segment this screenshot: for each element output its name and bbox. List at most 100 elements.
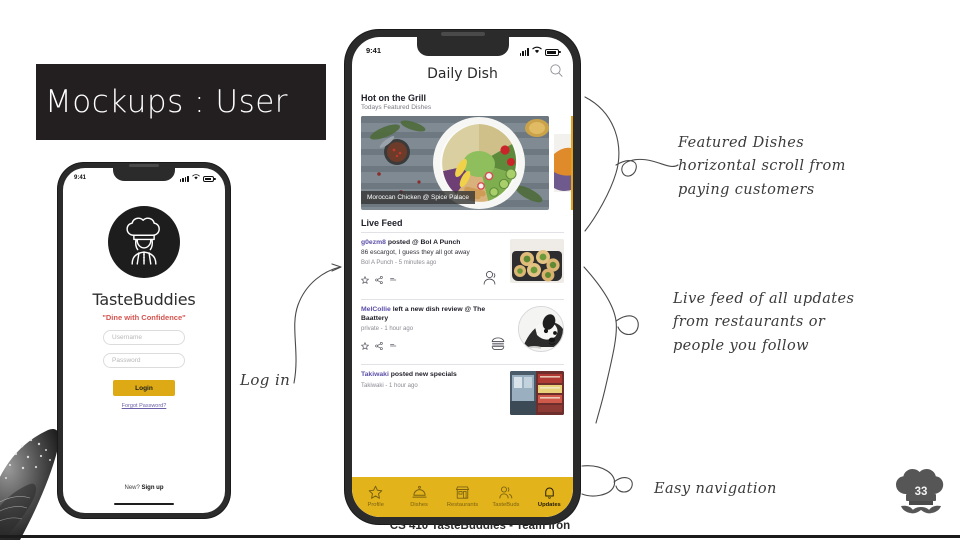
post-username[interactable]: Takiwaki	[361, 371, 389, 378]
username-field[interactable]: Username	[103, 330, 185, 345]
password-placeholder: Password	[112, 357, 141, 364]
more-icon[interactable]	[389, 271, 398, 289]
annotation-featured-dishes: Featured Dishes horizontal scroll from p…	[678, 135, 846, 198]
signup-prefix: New?	[124, 485, 142, 491]
annotation-live-feed: Live feed of all updates from restaurant…	[673, 291, 855, 354]
post-title-rest: posted @ Bol A Punch	[385, 239, 461, 246]
login-screen: 9:41 TasteBuddies "Dine with Confidence"…	[63, 168, 225, 513]
feed-phone-mockup: 9:41 Daily Dish Hot on the Grill Todays …	[345, 30, 580, 524]
status-time: 9:41	[366, 46, 382, 55]
annotation-easy-navigation: Easy navigation	[654, 481, 777, 497]
footer-rule	[0, 535, 960, 538]
signal-bars-icon	[519, 48, 529, 56]
signal-bars-icon	[179, 176, 189, 182]
featured-section-header: Hot on the Grill Todays Featured Dishes	[352, 89, 573, 111]
nav-label: Dishes	[410, 501, 428, 508]
nav-item-profile[interactable]: Profile	[354, 485, 397, 508]
callout-line-featured	[584, 96, 679, 232]
post-meta: Bol A Punch - 5 minutes ago	[361, 260, 437, 267]
brand-name: TasteBuddies	[92, 290, 196, 309]
post-title: Takiwaki posted new specials	[361, 371, 504, 379]
callout-arrow-login	[293, 263, 342, 384]
username-placeholder: Username	[112, 334, 142, 341]
sandwich-photo-partial	[554, 116, 573, 210]
brand-tagline: "Dine with Confidence"	[102, 313, 186, 322]
page-number: 33	[914, 486, 928, 498]
post-thumbnail[interactable]	[518, 306, 564, 353]
signup-row: New? Sign up	[63, 485, 225, 491]
nav-item-restaurants[interactable]: Restaurants	[441, 485, 484, 508]
post-actions	[360, 269, 504, 291]
post-title-rest: posted new specials	[388, 371, 457, 379]
post-thumbnail[interactable]	[510, 371, 564, 416]
more-icon[interactable]	[389, 337, 398, 355]
post-actions	[360, 335, 512, 356]
share-icon[interactable]	[375, 337, 383, 355]
signup-link[interactable]: Sign up	[142, 485, 164, 491]
app-title: Daily Dish	[427, 66, 498, 82]
post-meta: Takiwaki - 1 hour ago	[361, 382, 418, 389]
post-body: 86 escargot, I guess they all got away	[361, 249, 470, 257]
dog-photo	[519, 307, 563, 352]
featured-dish-card-partial[interactable]	[554, 116, 573, 210]
share-icon[interactable]	[375, 271, 383, 289]
search-icon[interactable]	[549, 63, 564, 78]
post-username[interactable]: g0ezm8	[361, 239, 386, 246]
featured-dish-card[interactable]: Moroccan Chicken @ Spice Palace	[361, 116, 549, 210]
forgot-password-link[interactable]: Forgot Password?	[122, 403, 167, 409]
post-username[interactable]: MelCollie	[361, 306, 391, 313]
escargot-photo	[510, 239, 564, 283]
feed-scroll-area[interactable]: Hot on the Grill Todays Featured Dishes	[352, 89, 573, 477]
feed-post-item[interactable]: MelCollie left a new dish review @ The B…	[352, 300, 573, 360]
footer-caption: CS 410 TasteBuddies - Team Iron	[389, 520, 571, 532]
restaurant-photo	[510, 371, 564, 416]
people-icon	[481, 269, 498, 291]
password-field[interactable]: Password	[103, 353, 185, 368]
wifi-icon	[532, 45, 542, 56]
slide-canvas: Mockups : User 9:41 TasteBuddies "Dine w…	[0, 0, 960, 540]
nav-item-dishes[interactable]: Dishes	[397, 485, 440, 508]
bottom-navigation-bar: Profile Dishes Restaurants TasteBuds Upd…	[352, 477, 573, 517]
battery-icon	[203, 176, 216, 182]
featured-dish-caption: Moroccan Chicken @ Spice Palace	[361, 191, 475, 204]
star-icon	[368, 485, 383, 499]
app-header: Daily Dish	[352, 59, 573, 89]
nav-label: TasteBuds	[492, 501, 520, 508]
chef-logo-icon	[108, 206, 180, 278]
featured-section-subtitle: Todays Featured Dishes	[361, 104, 432, 111]
burger-icon	[490, 335, 506, 356]
login-form-container: TasteBuddies "Dine with Confidence" User…	[63, 186, 225, 513]
phone-notch	[113, 168, 175, 181]
post-thumbnail[interactable]	[510, 239, 564, 283]
login-button[interactable]: Login	[113, 380, 175, 396]
star-icon[interactable]	[360, 337, 370, 355]
nav-item-updates[interactable]: Updates	[528, 485, 571, 508]
decorative-engraving-image	[0, 388, 62, 540]
cloche-icon	[412, 485, 427, 498]
battery-icon	[545, 48, 561, 56]
slide-title-banner: Mockups : User	[36, 64, 326, 140]
home-indicator	[114, 502, 174, 505]
feed-screen: 9:41 Daily Dish Hot on the Grill Todays …	[352, 37, 573, 517]
login-phone-mockup: 9:41 TasteBuddies "Dine with Confidence"…	[58, 163, 230, 518]
nav-label: Restaurants	[446, 501, 479, 508]
feed-post-item[interactable]: Takiwaki posted new specials Takiwaki - …	[352, 365, 573, 419]
page-number-badge: 33	[890, 464, 952, 526]
post-title: g0ezm8 posted @ Bol A Punch	[361, 239, 504, 247]
bell-icon	[545, 487, 554, 499]
status-time: 9:41	[74, 174, 87, 181]
star-icon[interactable]	[360, 271, 370, 289]
people-icon	[499, 485, 513, 498]
nav-label: Updates	[537, 501, 561, 508]
nav-item-tastebuds[interactable]: TasteBuds	[484, 485, 527, 508]
featured-horizontal-scroll[interactable]: Moroccan Chicken @ Spice Palace	[352, 116, 573, 210]
phone-notch	[416, 37, 509, 56]
feed-post-item[interactable]: g0ezm8 posted @ Bol A Punch 86 escargot,…	[352, 233, 573, 295]
phone-speaker	[129, 164, 159, 167]
nav-label: Profile	[367, 501, 384, 508]
post-meta: private - 1 hour ago	[361, 326, 414, 333]
storefront-icon	[455, 486, 470, 499]
live-feed-section-title: Live Feed	[361, 218, 403, 228]
wifi-icon	[192, 173, 200, 182]
annotation-log-in: Log in	[240, 371, 291, 389]
